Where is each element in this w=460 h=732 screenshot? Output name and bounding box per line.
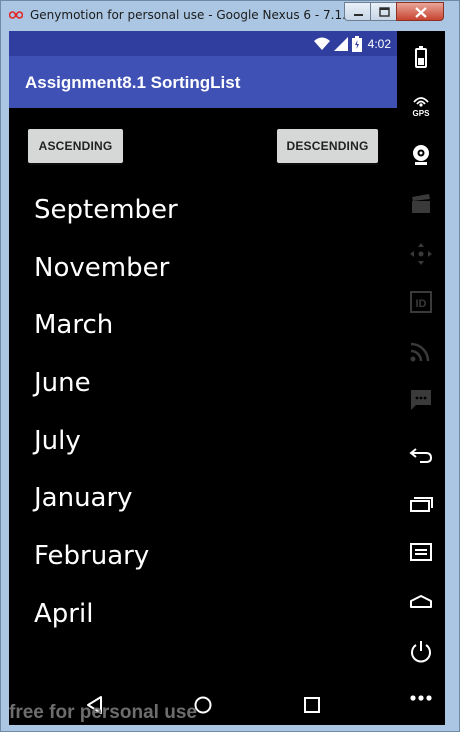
home-key-icon[interactable]: [409, 590, 433, 614]
app-bar: Assignment8.1 SortingList: [9, 56, 397, 108]
battery-widget-icon[interactable]: [409, 45, 433, 69]
maximize-button[interactable]: [370, 2, 397, 21]
id-label: ID: [416, 298, 427, 310]
list-item[interactable]: January: [9, 470, 397, 528]
gps-widget-icon[interactable]: GPS: [409, 94, 433, 118]
emulator-window: Genymotion for personal use - Google Nex…: [0, 0, 460, 732]
window-titlebar[interactable]: Genymotion for personal use - Google Nex…: [1, 1, 459, 31]
watermark-text: free for personal use: [9, 702, 197, 723]
main-content: ASCENDING DESCENDING September November …: [9, 108, 397, 685]
descending-button[interactable]: DESCENDING: [277, 129, 378, 163]
list-item[interactable]: April: [9, 586, 397, 644]
battery-icon: [351, 36, 362, 52]
sms-icon[interactable]: [409, 388, 433, 412]
genymotion-logo-icon: [9, 11, 23, 19]
webcam-widget-icon[interactable]: [409, 143, 433, 167]
list-item[interactable]: June: [9, 355, 397, 413]
identifiers-icon[interactable]: ID: [409, 290, 433, 314]
more-options-icon[interactable]: [409, 686, 433, 710]
month-list[interactable]: September November March June July Janua…: [9, 182, 397, 644]
gps-label: GPS: [413, 109, 431, 118]
window-title: Genymotion for personal use - Google Nex…: [30, 8, 377, 22]
back-key-icon[interactable]: [409, 442, 433, 466]
minimize-icon: [354, 14, 363, 16]
list-item[interactable]: March: [9, 297, 397, 355]
device-screen: 4:02 Assignment8.1 SortingList ASCENDING…: [9, 31, 445, 725]
menu-key-icon[interactable]: [409, 540, 433, 564]
status-bar: 4:02: [9, 31, 397, 56]
power-icon[interactable]: [409, 639, 433, 663]
close-icon: [415, 7, 427, 18]
list-item[interactable]: November: [9, 240, 397, 298]
list-item[interactable]: September: [9, 182, 397, 240]
maximize-icon: [379, 7, 390, 17]
wifi-icon: [313, 37, 330, 50]
recent-apps-key-icon[interactable]: [409, 492, 433, 516]
minimize-button[interactable]: [344, 2, 371, 21]
list-item[interactable]: February: [9, 528, 397, 586]
genymotion-side-panel: GPS ID: [397, 31, 445, 725]
dpad-icon[interactable]: [409, 242, 433, 266]
app-title: Assignment8.1 SortingList: [25, 73, 241, 92]
clapperboard-icon[interactable]: [409, 192, 433, 216]
status-time: 4:02: [367, 37, 391, 51]
signal-icon: [333, 37, 348, 51]
list-item[interactable]: July: [9, 413, 397, 471]
cast-icon[interactable]: [409, 339, 433, 363]
status-icons: 4:02: [313, 36, 397, 52]
close-window-button[interactable]: [396, 2, 444, 21]
recents-nav-icon[interactable]: [300, 693, 324, 717]
ascending-button[interactable]: ASCENDING: [28, 129, 123, 163]
